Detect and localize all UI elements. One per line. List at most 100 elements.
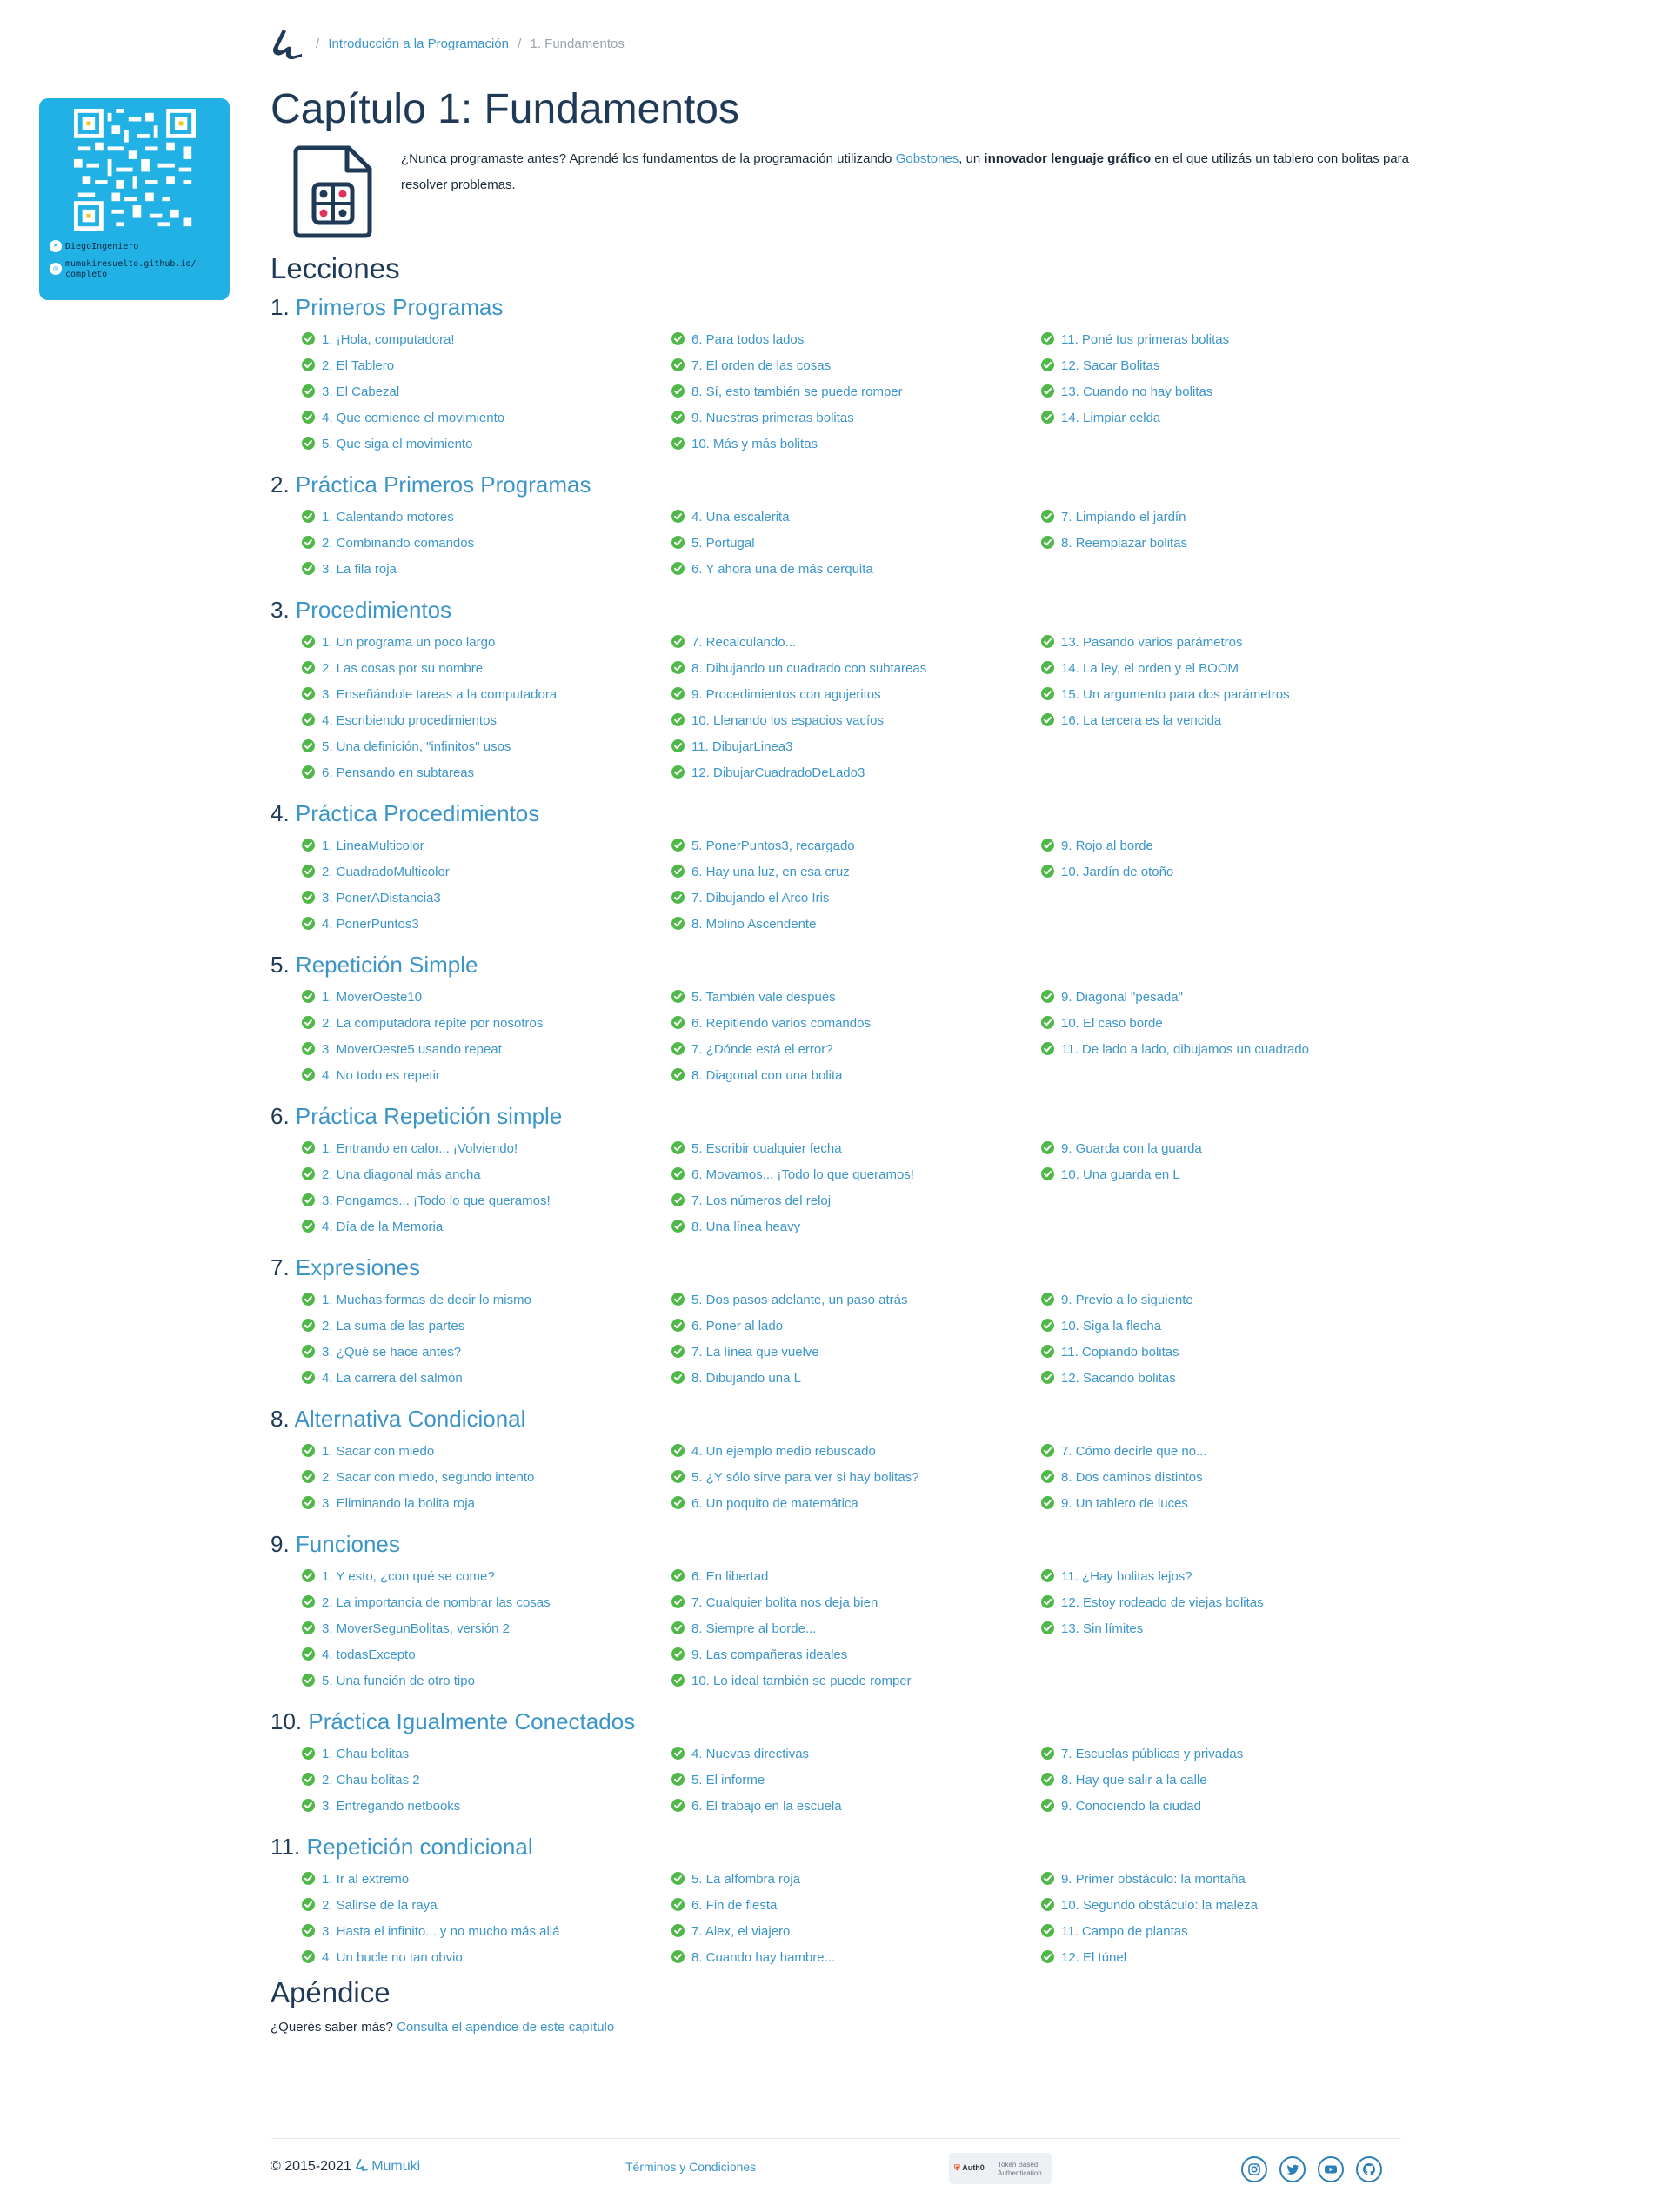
exercise-link[interactable]: 11. Campo de plantas <box>1061 1924 1188 1939</box>
exercise-item[interactable]: 4. Una escalerita <box>671 505 873 531</box>
exercise-link[interactable]: 6. Para todos lados <box>691 332 804 347</box>
exercise-item[interactable]: 4. Un ejemplo medio rebuscado <box>671 1439 919 1465</box>
exercise-link[interactable]: 5. Dos pasos adelante, un paso atrás <box>691 1293 908 1307</box>
lesson-link[interactable]: Funciones <box>296 1531 400 1557</box>
exercise-link[interactable]: 3. Pongamos... ¡Todo lo que queramos! <box>322 1193 551 1208</box>
exercise-item[interactable]: 5. PonerPuntos3, recargado <box>671 833 855 859</box>
exercise-item[interactable]: 1. Calentando motores <box>302 505 474 531</box>
exercise-item[interactable]: 5. Una definición, "infinitos" usos <box>302 734 557 760</box>
exercise-link[interactable]: 8. Reemplazar bolitas <box>1061 536 1187 551</box>
exercise-item[interactable]: 8. Una línea heavy <box>671 1214 914 1240</box>
exercise-item[interactable]: 2. Las cosas por su nombre <box>302 656 557 682</box>
exercise-link[interactable]: 5. Que siga el movimiento <box>322 437 472 451</box>
exercise-item[interactable]: 3. Eliminando la bolita roja <box>302 1491 534 1517</box>
exercise-item[interactable]: 10. Llenando los espacios vacíos <box>671 708 926 734</box>
lesson-link[interactable]: Práctica Procedimientos <box>296 800 539 826</box>
exercise-link[interactable]: 8. Dibujando una L <box>691 1371 801 1386</box>
exercise-item[interactable]: 12. El túnel <box>1041 1945 1258 1971</box>
exercise-item[interactable]: 8. Dibujando una L <box>671 1366 908 1392</box>
exercise-item[interactable]: 7. Dibujando el Arco Iris <box>671 885 855 912</box>
exercise-link[interactable]: 1. MoverOeste10 <box>322 990 422 1005</box>
exercise-item[interactable]: 10. Jardín de otoño <box>1041 859 1173 885</box>
exercise-item[interactable]: 1. Sacar con miedo <box>302 1439 534 1465</box>
exercise-item[interactable]: 10. Más y más bolitas <box>671 431 903 458</box>
exercise-link[interactable]: 1. Entrando en calor... ¡Volviendo! <box>322 1141 518 1156</box>
exercise-item[interactable]: 12. Estoy rodeado de viejas bolitas <box>1041 1590 1264 1616</box>
exercise-link[interactable]: 3. Enseñándole tareas a la computadora <box>322 687 557 702</box>
exercise-item[interactable]: 16. La tercera es la vencida <box>1041 708 1290 734</box>
exercise-link[interactable]: 10. Jardín de otoño <box>1061 865 1173 879</box>
exercise-item[interactable]: 1. LineaMulticolor <box>302 833 450 859</box>
exercise-link[interactable]: 4. La carrera del salmón <box>322 1371 463 1386</box>
exercise-link[interactable]: 14. Limpiar celda <box>1061 411 1160 425</box>
exercise-link[interactable]: 10. Siga la flecha <box>1061 1319 1161 1333</box>
exercise-link[interactable]: 3. El Cabezal <box>322 384 399 399</box>
exercise-item[interactable]: 2. Salirse de la raya <box>302 1893 559 1919</box>
exercise-item[interactable]: 2. Sacar con miedo, segundo intento <box>302 1465 534 1491</box>
exercise-link[interactable]: 1. Y esto, ¿con qué se come? <box>322 1569 495 1584</box>
exercise-item[interactable]: 9. Primer obstáculo: la montaña <box>1041 1867 1258 1893</box>
exercise-link[interactable]: 1. Muchas formas de decir lo mismo <box>322 1293 531 1307</box>
exercise-item[interactable]: 5. ¿Y sólo sirve para ver si hay bolitas… <box>671 1465 919 1491</box>
exercise-item[interactable]: 3. El Cabezal <box>302 379 504 405</box>
exercise-link[interactable]: 9. Un tablero de luces <box>1061 1496 1188 1511</box>
exercise-item[interactable]: 6. Fin de fiesta <box>671 1893 835 1919</box>
exercise-item[interactable]: 4. Un bucle no tan obvio <box>302 1945 559 1971</box>
exercise-link[interactable]: 5. Una definición, "infinitos" usos <box>322 739 511 754</box>
exercise-item[interactable]: 7. ¿Dónde está el error? <box>671 1037 871 1063</box>
exercise-item[interactable]: 1. Entrando en calor... ¡Volviendo! <box>302 1136 551 1162</box>
exercise-link[interactable]: 2. El Tablero <box>322 358 394 373</box>
exercise-link[interactable]: 5. El informe <box>691 1773 765 1788</box>
exercise-link[interactable]: 8. Sí, esto también se puede romper <box>691 384 903 399</box>
exercise-item[interactable]: 2. CuadradoMulticolor <box>302 859 450 885</box>
exercise-item[interactable]: 4. La carrera del salmón <box>302 1366 531 1392</box>
exercise-item[interactable]: 5. Que siga el movimiento <box>302 431 504 458</box>
exercise-item[interactable]: 10. Segundo obstáculo: la maleza <box>1041 1893 1258 1919</box>
exercise-item[interactable]: 8. Cuando hay hambre... <box>671 1945 835 1971</box>
exercise-item[interactable]: 1. ¡Hola, computadora! <box>302 327 504 353</box>
exercise-link[interactable]: 3. Entregando netbooks <box>322 1799 460 1814</box>
exercise-item[interactable]: 7. Cómo decirle que no... <box>1041 1439 1207 1465</box>
lesson-link[interactable]: Práctica Primeros Programas <box>296 471 591 498</box>
exercise-link[interactable]: 4. Una escalerita <box>691 510 790 525</box>
exercise-link[interactable]: 1. Sacar con miedo <box>322 1444 434 1459</box>
exercise-link[interactable]: 9. Primer obstáculo: la montaña <box>1061 1872 1246 1887</box>
lesson-link[interactable]: Práctica Igualmente Conectados <box>308 1708 635 1734</box>
exercise-item[interactable]: 13. Cuando no hay bolitas <box>1041 379 1229 405</box>
exercise-link[interactable]: 7. Escuelas públicas y privadas <box>1061 1747 1243 1761</box>
exercise-link[interactable]: 3. MoverSegunBolitas, versión 2 <box>322 1621 510 1636</box>
exercise-link[interactable]: 10. Una guarda en L <box>1061 1167 1180 1182</box>
exercise-item[interactable]: 6. Y ahora una de más cerquita <box>671 557 873 583</box>
exercise-link[interactable]: 6. En libertad <box>691 1569 768 1584</box>
exercise-link[interactable]: 8. Dibujando un cuadrado con subtareas <box>691 661 926 676</box>
auth0-badge[interactable]: ⛨ Auth0 Token Based Authentication <box>949 2153 1052 2184</box>
exercise-item[interactable]: 10. Lo ideal también se puede romper <box>671 1668 912 1694</box>
exercise-item[interactable]: 14. La ley, el orden y el BOOM <box>1041 656 1290 682</box>
exercise-item[interactable]: 8. Molino Ascendente <box>671 912 855 938</box>
exercise-link[interactable]: 4. Día de la Memoria <box>322 1220 443 1234</box>
exercise-link[interactable]: 7. La línea que vuelve <box>691 1345 819 1360</box>
exercise-link[interactable]: 10. Lo ideal también se puede romper <box>691 1674 912 1688</box>
breadcrumb-course-link[interactable]: Introducción a la Programación <box>328 37 509 51</box>
exercise-link[interactable]: 9. Guarda con la guarda <box>1061 1141 1202 1156</box>
exercise-item[interactable]: 1. Un programa un poco largo <box>302 630 557 656</box>
exercise-item[interactable]: 7. Cualquier bolita nos deja bien <box>671 1590 912 1616</box>
exercise-link[interactable]: 5. Escribir cualquier fecha <box>691 1141 842 1156</box>
exercise-item[interactable]: 3. MoverSegunBolitas, versión 2 <box>302 1616 551 1642</box>
exercise-item[interactable]: 4. Nuevas directivas <box>671 1741 842 1768</box>
exercise-item[interactable]: 3. La fila roja <box>302 557 474 583</box>
exercise-item[interactable]: 12. DibujarCuadradoDeLado3 <box>671 760 926 786</box>
exercise-link[interactable]: 12. Sacando bolitas <box>1061 1371 1176 1386</box>
exercise-link[interactable]: 6. Fin de fiesta <box>691 1898 777 1913</box>
exercise-link[interactable]: 3. La fila roja <box>322 562 397 577</box>
exercise-item[interactable]: 12. Sacando bolitas <box>1041 1366 1193 1392</box>
lesson-link[interactable]: Repetición Simple <box>296 952 478 978</box>
exercise-link[interactable]: 5. ¿Y sólo sirve para ver si hay bolitas… <box>691 1470 919 1485</box>
exercise-link[interactable]: 8. Hay que salir a la calle <box>1061 1773 1207 1788</box>
exercise-item[interactable]: 7. Escuelas públicas y privadas <box>1041 1741 1243 1768</box>
exercise-link[interactable]: 4. PonerPuntos3 <box>322 917 419 932</box>
exercise-item[interactable]: 1. Y esto, ¿con qué se come? <box>302 1564 551 1590</box>
exercise-link[interactable]: 6. Pensando en subtareas <box>322 765 474 780</box>
exercise-item[interactable]: 9. Un tablero de luces <box>1041 1491 1207 1517</box>
exercise-link[interactable]: 12. Estoy rodeado de viejas bolitas <box>1061 1595 1264 1610</box>
